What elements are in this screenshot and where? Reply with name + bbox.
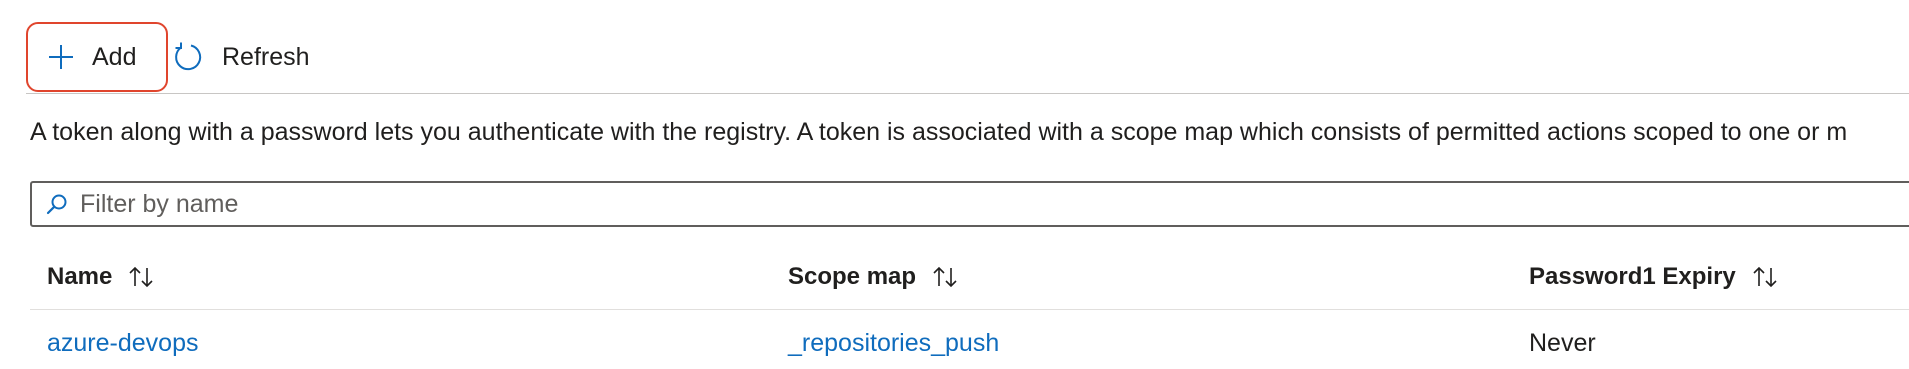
column-header-name[interactable]: Name	[47, 245, 154, 309]
column-header-password1-expiry[interactable]: Password1 Expiry	[1529, 245, 1778, 309]
password1-expiry-cell: Never	[1529, 328, 1596, 357]
table-row[interactable]: azure-devops _repositories_push Never	[30, 310, 1909, 369]
scope-map-cell: _repositories_push	[788, 310, 999, 369]
tokens-table: Name Scope map Password1 Expiry azure-de…	[30, 245, 1909, 369]
refresh-button[interactable]: Refresh	[172, 22, 310, 92]
filter-box[interactable]	[30, 181, 1909, 227]
refresh-button-label: Refresh	[222, 42, 310, 71]
table-header: Name Scope map Password1 Expiry	[30, 245, 1909, 310]
column-header-label: Scope map	[788, 263, 917, 290]
column-header-scope-map[interactable]: Scope map	[788, 245, 958, 309]
token-name-link[interactable]: azure-devops	[47, 329, 198, 358]
command-bar: Add Refresh	[26, 22, 310, 92]
column-header-label: Name	[47, 263, 113, 290]
sort-arrows-icon	[128, 266, 154, 288]
description-text: A token along with a password lets you a…	[30, 118, 1848, 146]
token-name-cell: azure-devops	[47, 310, 198, 369]
filter-input[interactable]	[78, 188, 1782, 220]
add-button[interactable]: Add	[26, 22, 168, 92]
sort-arrows-icon	[1752, 266, 1778, 288]
plus-icon	[48, 44, 74, 70]
sort-arrows-icon	[932, 266, 958, 288]
scope-map-link[interactable]: _repositories_push	[788, 329, 999, 358]
add-button-label: Add	[92, 42, 137, 71]
refresh-icon	[172, 41, 204, 73]
column-header-label: Password1 Expiry	[1529, 263, 1736, 290]
toolbar-divider	[26, 93, 1909, 94]
search-icon	[46, 193, 68, 215]
tokens-page: Add Refresh A token along with a passwor…	[0, 0, 1909, 369]
